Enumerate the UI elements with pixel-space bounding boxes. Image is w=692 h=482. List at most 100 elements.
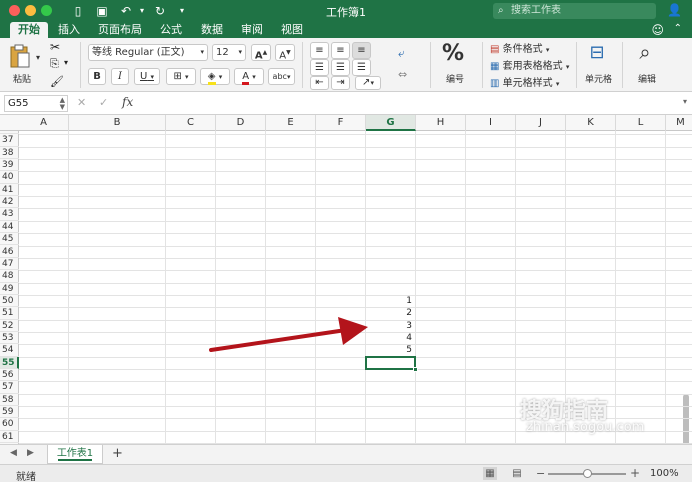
column-header-e[interactable]: E xyxy=(266,115,316,131)
row-header-59[interactable]: 59 xyxy=(0,406,19,419)
feedback-smiley-icon[interactable]: ☺ xyxy=(651,23,664,37)
align-bottom-icon[interactable]: ≡ xyxy=(352,42,371,59)
cell-g50[interactable]: 1 xyxy=(366,295,412,307)
tab-review[interactable]: 审阅 xyxy=(233,22,271,38)
row-header-54[interactable]: 54 xyxy=(0,344,19,357)
font-size-select[interactable]: 12 ▾ xyxy=(212,44,246,61)
confirm-entry-icon[interactable]: ✓ xyxy=(99,96,108,109)
sheet-tab-1[interactable]: 工作表1 xyxy=(47,445,103,464)
bold-button[interactable]: B xyxy=(88,68,106,85)
customize-toolbar-icon[interactable]: ▾ xyxy=(174,3,190,19)
share-user-icon[interactable]: 👤 xyxy=(667,3,682,17)
selected-cell-g55[interactable] xyxy=(365,355,418,372)
zoom-in-icon[interactable]: + xyxy=(630,466,640,480)
row-header-46[interactable]: 46 xyxy=(0,246,19,258)
row-header-55[interactable]: 55 xyxy=(0,356,19,369)
row-header-51[interactable]: 51 xyxy=(0,307,19,320)
align-center-icon[interactable]: ☰ xyxy=(331,59,350,76)
grow-font-button[interactable]: A▲ xyxy=(251,44,271,61)
minimize-window-button[interactable] xyxy=(25,5,36,16)
cell-styles-button[interactable]: ▥ 单元格样式 ▾ xyxy=(490,76,576,93)
paste-icon[interactable] xyxy=(8,43,32,69)
row-header-53[interactable]: 53 xyxy=(0,332,19,345)
prev-sheet-icon[interactable]: ◀ xyxy=(10,448,17,458)
column-header-a[interactable]: A xyxy=(19,115,69,131)
align-left-icon[interactable]: ☰ xyxy=(310,59,329,76)
insert-function-icon[interactable]: fx xyxy=(122,95,133,109)
row-header-50[interactable]: 50 xyxy=(0,295,19,308)
name-box-stepper-icon[interactable]: ▲ ▼ xyxy=(60,97,65,111)
redo-icon[interactable]: ↻ xyxy=(152,3,168,19)
paste-dropdown-icon[interactable]: ▾ xyxy=(36,53,40,62)
cancel-entry-icon[interactable]: ✕ xyxy=(77,96,86,109)
conditional-format-button[interactable]: ▤ 条件格式 ▾ xyxy=(490,42,570,59)
tab-formulas[interactable]: 公式 xyxy=(152,22,190,38)
row-header-47[interactable]: 47 xyxy=(0,258,19,271)
row-header-37[interactable]: 37 xyxy=(0,134,19,147)
wrap-text-icon[interactable]: ⤶ xyxy=(398,46,405,61)
format-painter-icon[interactable]: 🖌 xyxy=(50,75,64,88)
format-as-table-button[interactable]: ▦ 套用表格格式 ▾ xyxy=(490,59,576,76)
page-layout-view-icon[interactable]: ▤ xyxy=(510,467,524,480)
column-header-i[interactable]: I xyxy=(466,115,516,131)
row-header-40[interactable]: 40 xyxy=(0,171,19,184)
row-header-45[interactable]: 45 xyxy=(0,233,19,246)
align-middle-icon[interactable]: ≡ xyxy=(331,42,350,59)
search-sheet-input[interactable]: ⌕ 搜索工作表 xyxy=(493,3,656,19)
row-header-49[interactable]: 49 xyxy=(0,283,19,295)
column-header-j[interactable]: J xyxy=(516,115,566,131)
column-header-d[interactable]: D xyxy=(216,115,266,131)
row-header-41[interactable]: 41 xyxy=(0,184,19,197)
row-header-57[interactable]: 57 xyxy=(0,381,19,394)
add-sheet-icon[interactable]: + xyxy=(112,446,123,461)
sidebar-toggle-icon[interactable]: ▯ xyxy=(70,3,86,19)
column-header-l[interactable]: L xyxy=(616,115,666,131)
cell-g52[interactable]: 3 xyxy=(366,320,412,332)
normal-view-icon[interactable]: ▦ xyxy=(483,467,497,480)
cell-g53[interactable]: 4 xyxy=(366,332,412,344)
row-header-44[interactable]: 44 xyxy=(0,221,19,234)
fill-handle[interactable] xyxy=(413,366,418,372)
column-header-c[interactable]: C xyxy=(166,115,216,131)
cells-icon[interactable]: ⊟ xyxy=(584,42,610,63)
shrink-font-button[interactable]: A▼ xyxy=(275,44,295,61)
fill-color-button[interactable]: ◈ ▾ xyxy=(200,68,230,85)
cell-g51[interactable]: 2 xyxy=(366,307,412,319)
save-icon[interactable]: ▣ xyxy=(94,3,110,19)
row-header-39[interactable]: 39 xyxy=(0,159,19,172)
merge-center-icon[interactable]: ⇔ xyxy=(398,68,407,81)
expand-formula-icon[interactable]: ▾ xyxy=(683,97,687,106)
cut-icon[interactable]: ✂ xyxy=(50,40,60,54)
tab-view[interactable]: 视图 xyxy=(273,22,311,38)
row-header-42[interactable]: 42 xyxy=(0,196,19,209)
next-sheet-icon[interactable]: ▶ xyxy=(27,448,34,458)
maximize-window-button[interactable] xyxy=(41,5,52,16)
close-window-button[interactable] xyxy=(9,5,20,16)
name-box[interactable]: G55 ▲ ▼ xyxy=(4,95,68,112)
decrease-indent-icon[interactable]: ⇤ xyxy=(310,76,329,90)
row-header-60[interactable]: 60 xyxy=(0,418,19,431)
tab-page-layout[interactable]: 页面布局 xyxy=(90,22,150,38)
row-header-38[interactable]: 38 xyxy=(0,147,19,160)
zoom-slider-knob[interactable] xyxy=(583,469,592,478)
font-name-select[interactable]: 等线 Regular (正文) ▾ xyxy=(88,44,208,61)
find-magnifier-icon[interactable]: ⌕ xyxy=(632,40,658,64)
align-top-icon[interactable]: ≡ xyxy=(310,42,329,59)
column-header-b[interactable]: B xyxy=(69,115,166,131)
row-header-56[interactable]: 56 xyxy=(0,369,19,382)
tab-insert[interactable]: 插入 xyxy=(50,22,88,38)
underline-button[interactable]: U ▾ xyxy=(134,68,160,85)
phonetic-button[interactable]: abc▾ xyxy=(268,68,295,85)
number-format-icon[interactable]: % xyxy=(440,41,466,66)
column-header-k[interactable]: K xyxy=(566,115,616,131)
column-header-f[interactable]: F xyxy=(316,115,366,131)
borders-button[interactable]: ⊞ ▾ xyxy=(166,68,196,85)
row-header-58[interactable]: 58 xyxy=(0,394,19,407)
row-header-61[interactable]: 61 xyxy=(0,431,19,444)
tab-home[interactable]: 开始 xyxy=(10,22,48,38)
row-header-52[interactable]: 52 xyxy=(0,320,19,332)
column-header-g[interactable]: G xyxy=(366,115,416,131)
copy-icon[interactable]: ⎘ xyxy=(50,57,59,71)
column-header-m[interactable]: M xyxy=(666,115,692,131)
orientation-button[interactable]: ↗▾ xyxy=(355,76,381,90)
